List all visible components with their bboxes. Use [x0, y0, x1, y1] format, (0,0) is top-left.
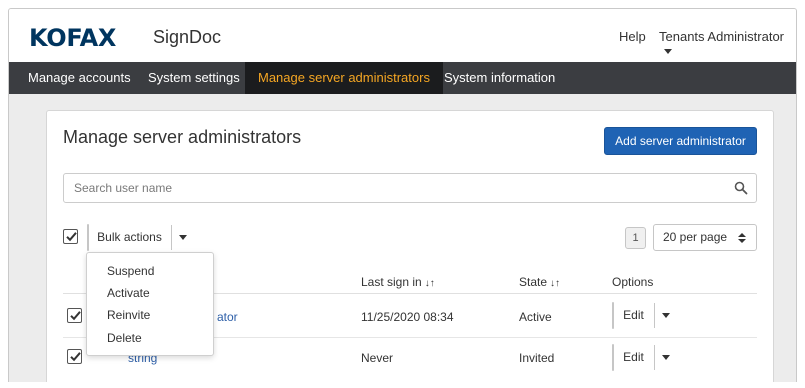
column-header-state[interactable]: State ↓↑	[519, 275, 560, 289]
user-name-link[interactable]: ator	[217, 310, 238, 324]
nav-manage-server-administrators[interactable]: Manage server administrators	[245, 62, 443, 94]
edit-button[interactable]: Edit	[613, 345, 655, 370]
last-sign-in-value: Never	[361, 351, 394, 365]
menu-item-delete[interactable]: Delete	[107, 331, 142, 345]
edit-split-button: Edit	[612, 344, 670, 371]
column-label: State	[519, 275, 548, 289]
menu-item-suspend[interactable]: Suspend	[107, 264, 154, 278]
nav-manage-accounts[interactable]: Manage accounts	[15, 62, 144, 94]
kofax-logo: KOFAX	[29, 24, 117, 52]
search-box	[63, 173, 757, 203]
caret-down-icon	[179, 235, 187, 240]
caret-down-icon	[662, 313, 670, 318]
top-header: KOFAX SignDoc Help Tenants Administrator	[9, 9, 796, 62]
bulk-actions-dropdown: Bulk actions	[87, 224, 187, 251]
nav-system-information[interactable]: System information	[431, 62, 568, 94]
sort-icon: ↓↑	[550, 278, 561, 289]
column-header-options: Options	[612, 275, 654, 289]
sort-updown-icon	[738, 233, 746, 243]
page-title: Manage server administrators	[63, 127, 302, 147]
per-page-select[interactable]: 20 per page	[653, 224, 757, 251]
page-number[interactable]: 1	[625, 227, 646, 249]
app-name: SignDoc	[153, 27, 222, 47]
nav-system-settings[interactable]: System settings	[135, 62, 253, 94]
sort-icon: ↓↑	[424, 278, 435, 289]
state-value: Invited	[519, 351, 555, 365]
state-value: Active	[519, 310, 552, 324]
caret-down-icon	[664, 49, 672, 54]
row-checkbox[interactable]	[67, 349, 82, 364]
checkmark-icon	[70, 311, 81, 321]
per-page-value: 20 per page	[663, 230, 728, 244]
caret-down-icon	[662, 355, 670, 360]
checkmark-icon	[70, 352, 81, 362]
row-checkbox[interactable]	[67, 308, 82, 323]
user-menu[interactable]: Tenants Administrator	[659, 29, 796, 59]
search-icon[interactable]	[734, 181, 748, 195]
edit-options-toggle[interactable]	[655, 303, 676, 328]
menu-item-activate[interactable]: Activate	[107, 286, 150, 300]
column-header-last-sign-in[interactable]: Last sign in ↓↑	[361, 275, 435, 289]
main-nav: Manage accounts System settings Manage s…	[9, 62, 796, 94]
bulk-actions-button[interactable]: Bulk actions	[88, 225, 172, 250]
bulk-actions-menu: Suspend Activate Reinvite Delete	[86, 252, 214, 356]
checkmark-icon	[66, 232, 77, 242]
bulk-actions-toggle[interactable]	[172, 225, 194, 250]
user-menu-label: Tenants Administrator	[659, 29, 785, 44]
edit-button[interactable]: Edit	[613, 303, 655, 328]
column-label: Last sign in	[361, 275, 422, 289]
edit-options-toggle[interactable]	[655, 345, 676, 370]
edit-split-button: Edit	[612, 302, 670, 329]
select-all-checkbox[interactable]	[63, 229, 78, 244]
help-link[interactable]: Help	[619, 29, 646, 44]
add-server-administrator-button[interactable]: Add server administrator	[604, 127, 757, 155]
search-input[interactable]	[64, 174, 724, 202]
last-sign-in-value: 11/25/2020 08:34	[361, 310, 454, 324]
menu-item-reinvite[interactable]: Reinvite	[107, 308, 150, 322]
